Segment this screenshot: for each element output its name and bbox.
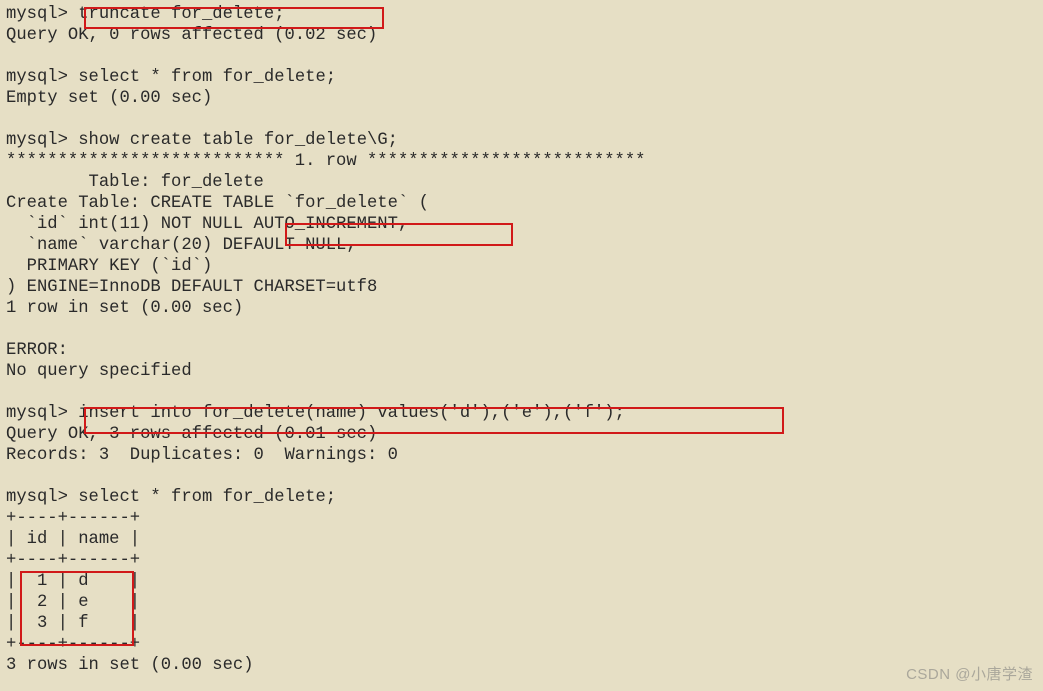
- create-line: `id` int(11) NOT NULL AUTO_INCREMENT,: [6, 215, 408, 234]
- table-border: +----+------+: [6, 509, 140, 528]
- table-row: | 1 | d |: [6, 572, 140, 591]
- table-border: +----+------+: [6, 635, 140, 654]
- prompt: mysql>: [6, 404, 68, 423]
- prompt: mysql>: [6, 131, 68, 150]
- row-marker: *************************** 1. row *****…: [6, 152, 645, 171]
- cmd-truncate: truncate for_delete;: [78, 5, 284, 24]
- create-line: Create Table: CREATE TABLE `for_delete` …: [6, 194, 429, 213]
- resp-select1: Empty set (0.00 sec): [6, 89, 212, 108]
- resp-truncate: Query OK, 0 rows affected (0.02 sec): [6, 26, 377, 45]
- cmd-select2: select * from for_delete;: [78, 488, 336, 507]
- create-line: Table: for_delete: [6, 173, 264, 192]
- error-body: No query specified: [6, 362, 192, 381]
- resp-showcreate: 1 row in set (0.00 sec): [6, 299, 243, 318]
- cmd-select1: select * from for_delete;: [78, 68, 336, 87]
- watermark: CSDN @小唐学渣: [906, 664, 1033, 685]
- mysql-terminal[interactable]: mysql> truncate for_delete; Query OK, 0 …: [0, 0, 1043, 676]
- create-line: PRIMARY KEY (`id`): [6, 257, 212, 276]
- create-line: ) ENGINE=InnoDB DEFAULT CHARSET=utf8: [6, 278, 377, 297]
- table-row: | 3 | f |: [6, 614, 140, 633]
- create-line: `name` varchar(20) DEFAULT NULL,: [6, 236, 357, 255]
- prompt: mysql>: [6, 68, 68, 87]
- resp-insert1: Query OK, 3 rows affected (0.01 sec): [6, 425, 377, 444]
- table-border: +----+------+: [6, 551, 140, 570]
- error-head: ERROR:: [6, 341, 68, 360]
- cmd-showcreate: show create table for_delete\G;: [78, 131, 398, 150]
- terminal-output: mysql> truncate for_delete; Query OK, 0 …: [0, 0, 1043, 676]
- resp-select2: 3 rows in set (0.00 sec): [6, 656, 254, 675]
- prompt: mysql>: [6, 488, 68, 507]
- table-header: | id | name |: [6, 530, 140, 549]
- prompt: mysql>: [6, 5, 68, 24]
- resp-insert2: Records: 3 Duplicates: 0 Warnings: 0: [6, 446, 398, 465]
- table-row: | 2 | e |: [6, 593, 140, 612]
- cmd-insert: insert into for_delete(name) values('d')…: [78, 404, 625, 423]
